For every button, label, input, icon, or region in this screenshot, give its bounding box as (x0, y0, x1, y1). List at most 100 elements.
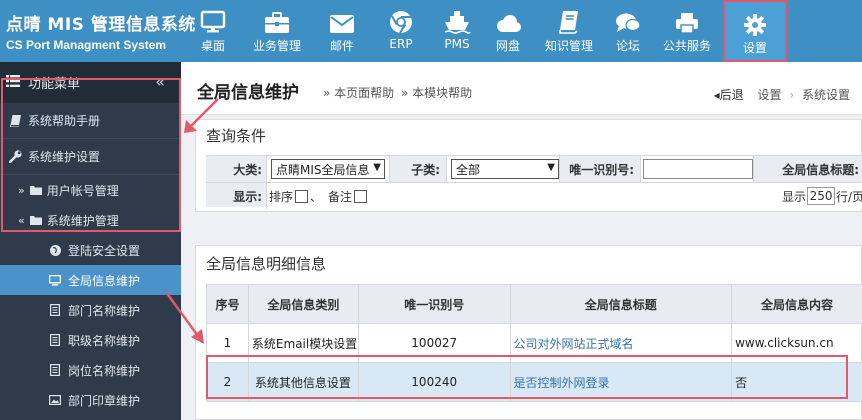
global-title-label: 全局信息标题: (782, 162, 859, 177)
separator-label: 、 (310, 189, 323, 204)
display-options: 排序 、 备注 显示 250 行/页 (266, 183, 862, 209)
sidebar-item-label: 全局信息维护 (68, 273, 141, 288)
sidebar-section-system-maintenance[interactable]: 系统维护设置 (0, 139, 181, 175)
column-header[interactable]: 唯一识别号 (357, 284, 511, 324)
sidebar-item-login-security[interactable]: 登陆安全设置 (0, 235, 181, 265)
brand-title: 点晴 MIS 管理信息系统 (6, 15, 196, 35)
sidebar-title: 功能菜单 (28, 77, 81, 92)
cell-content: 否 (731, 362, 862, 402)
module-help-link[interactable]: » 本模块帮助 (401, 84, 472, 101)
list-icon (48, 304, 62, 316)
breadcrumb-item[interactable]: 设置 (758, 88, 782, 102)
sidebar-item-label: 系统维护设置 (28, 150, 101, 164)
nav-label: 邮件 (329, 39, 354, 53)
sidebar-item-department-seals[interactable]: 部门印章维护 (0, 385, 181, 415)
category-cell: 点睛MIS全局信息 ▼ (266, 156, 390, 182)
query-panel-title: 查询条件 (206, 127, 267, 145)
back-button[interactable]: ◂后退 (714, 88, 744, 102)
nav-label: 桌面 (200, 39, 225, 53)
sidebar-item-help-manual[interactable]: 系统帮助手册 (0, 103, 181, 139)
folder-icon (29, 185, 43, 195)
detail-panel: 全局信息明细信息 序号 全局信息类别 唯一识别号 全局信息标题 全局信息内容 1… (195, 245, 862, 420)
note-checkbox[interactable] (354, 189, 368, 203)
cell-title-link[interactable]: 公司对外网站正式域名 (509, 323, 733, 363)
page-size-input[interactable]: 250 (807, 187, 836, 205)
sort-label: 排序 (269, 189, 294, 204)
brand-subtitle: CS Port Managment System (6, 38, 167, 52)
chat-icon (615, 0, 641, 34)
sort-checkbox[interactable] (295, 189, 309, 203)
sidebar: 功能菜单 « 系统帮助手册 系统维护设置 » 用户帐号管理 « 系统维护管理 登… (0, 62, 181, 420)
desktop-icon (200, 0, 226, 34)
cell-content: www.clicksun.cn (731, 323, 862, 363)
nav-desktop[interactable]: 桌面 (185, 0, 241, 62)
collapse-sidebar-button[interactable]: « (155, 72, 165, 91)
sidebar-item-label: 登陆安全设置 (68, 243, 141, 258)
nav-erp[interactable]: ERP (371, 0, 431, 62)
category-select[interactable]: 点睛MIS全局信息 ▼ (271, 159, 385, 179)
book-icon (8, 114, 22, 127)
nav-mail[interactable]: 邮件 (313, 0, 371, 62)
nav-public-service[interactable]: 公共服务 (651, 0, 723, 62)
cell-no: 2 (206, 362, 249, 402)
breadcrumb-separator: › (789, 88, 795, 102)
column-header[interactable]: 全局信息类别 (247, 284, 359, 324)
list-icon (48, 334, 62, 346)
sidebar-item-department-names[interactable]: 部门名称维护 (0, 295, 181, 325)
page-help-link[interactable]: » 本页面帮助 (323, 84, 394, 101)
cell-uid: 100240 (357, 362, 511, 402)
sidebar-item-position-names[interactable]: 岗位名称维护 (0, 355, 181, 385)
column-header[interactable]: 全局信息内容 (731, 284, 862, 324)
subcategory-select[interactable]: 全部 ▼ (451, 159, 559, 179)
table-row[interactable]: 1 系统Email模块设置 100027 公司对外网站正式域名 www.clic… (206, 323, 862, 363)
sidebar-item-label: 系统维护管理 (46, 213, 119, 228)
book-icon (558, 0, 580, 34)
sidebar-item-label: 部门印章维护 (68, 393, 141, 408)
nav-pms[interactable]: PMS (431, 0, 483, 62)
page-size-suffix: 行/页 (836, 189, 862, 204)
column-header[interactable]: 序号 (206, 284, 249, 324)
cell-title-link[interactable]: 是否控制外网登录 (509, 362, 733, 402)
sidebar-item-global-info[interactable]: 全局信息维护 (0, 265, 181, 295)
category-label: 大类: (233, 162, 262, 177)
query-panel: 查询条件 大类: 点睛MIS全局信息 ▼ 子类: 全部 ▼ 唯一识别号: 全局信… (195, 119, 862, 212)
top-bar: 点晴 MIS 管理信息系统 CS Port Managment System 桌… (0, 0, 862, 62)
nav-label: 论坛 (615, 39, 640, 53)
nav-label: PMS (444, 37, 470, 51)
gear-icon (744, 2, 766, 36)
printer-icon (675, 0, 699, 34)
chevron-down-icon: ▼ (547, 162, 555, 173)
page-size-prefix: 显示 (782, 189, 807, 204)
main-content: 全局信息维护 » 本页面帮助 » 本模块帮助 ◂后退 设置 › 系统设置 查询条… (181, 62, 862, 420)
subcategory-cell: 全部 ▼ (446, 156, 560, 182)
table-header-row: 序号 全局信息类别 唯一识别号 全局信息标题 全局信息内容 (206, 284, 862, 324)
sidebar-header: 功能菜单 « (0, 62, 181, 103)
main-nav: 桌面 业务管理 邮件 ERP PMS 网盘 知识管理 论坛 公共服务 设置 (185, 0, 787, 62)
sidebar-item-label: 岗位名称维护 (68, 363, 141, 378)
image-icon (48, 395, 62, 405)
nav-label: 公共服务 (662, 39, 711, 53)
collapse-icon: « (18, 213, 25, 227)
nav-netdisk[interactable]: 网盘 (483, 0, 533, 62)
sidebar-group-system-maintenance[interactable]: « 系统维护管理 (0, 205, 181, 235)
unique-id-input[interactable] (643, 159, 753, 179)
brand: 点晴 MIS 管理信息系统 CS Port Managment System (6, 10, 196, 52)
breadcrumb-item[interactable]: 系统设置 (802, 88, 850, 102)
category-value: 点睛MIS全局信息 (276, 162, 370, 177)
nav-settings[interactable]: 设置 (723, 0, 787, 62)
cell-uid: 100027 (357, 323, 511, 363)
chevron-down-icon: ▼ (373, 162, 381, 173)
monitor-icon (48, 274, 62, 286)
sidebar-item-label: 部门名称维护 (68, 303, 141, 318)
page-header: 全局信息维护 » 本页面帮助 » 本模块帮助 ◂后退 设置 › 系统设置 (181, 62, 862, 115)
nav-business[interactable]: 业务管理 (241, 0, 313, 62)
page-title: 全局信息维护 (197, 83, 299, 103)
column-header[interactable]: 全局信息标题 (509, 284, 733, 324)
query-row: 大类: 点睛MIS全局信息 ▼ 子类: 全部 ▼ 唯一识别号: 全局信息标题: (206, 156, 862, 182)
sidebar-group-user-accounts[interactable]: » 用户帐号管理 (0, 175, 181, 205)
nav-forum[interactable]: 论坛 (605, 0, 651, 62)
nav-knowledge[interactable]: 知识管理 (533, 0, 605, 62)
sidebar-item-rank-names[interactable]: 职级名称维护 (0, 325, 181, 355)
note-label: 备注 (328, 189, 353, 204)
table-row-selected[interactable]: 2 系统其他信息设置 100240 是否控制外网登录 否 (206, 362, 862, 402)
